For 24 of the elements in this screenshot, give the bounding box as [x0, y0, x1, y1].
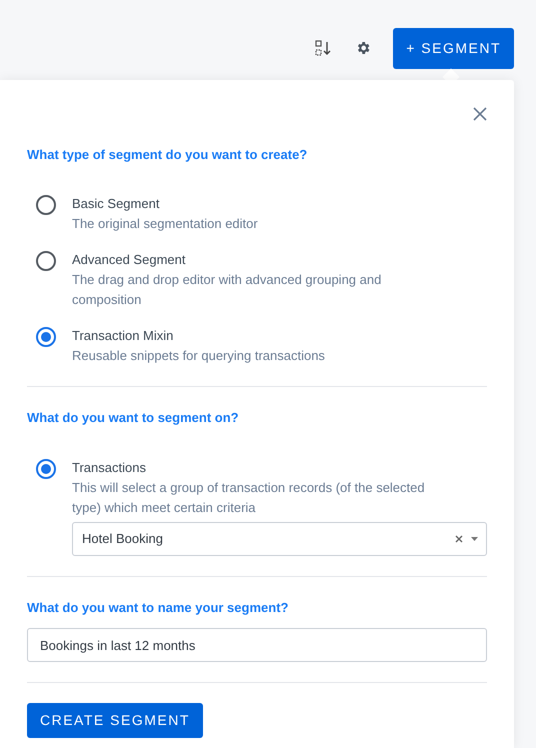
radio-button[interactable] [36, 327, 56, 347]
dropdown-select[interactable]: Hotel Booking [72, 522, 487, 556]
name-input-field[interactable]: Bookings in last 12 months [27, 628, 487, 662]
option-label: Basic Segment [72, 195, 160, 213]
create-segment-button[interactable]: CREATE SEGMENT [27, 703, 203, 738]
radio-button[interactable] [36, 195, 56, 215]
option-label: Transaction Mixin [72, 327, 174, 345]
add-segment-button[interactable]: + SEGMENT [393, 28, 514, 69]
radio-button[interactable] [36, 459, 56, 479]
option-description: The drag and drop editor with advanced grouping and composition [72, 271, 382, 309]
option-description: The original segmentation editor [72, 215, 259, 233]
close-icon[interactable] [473, 107, 487, 121]
sort-icon[interactable] [315, 40, 334, 56]
caret-icon [471, 537, 478, 541]
option-label: Advanced Segment [72, 251, 186, 269]
section-heading: What do you want to name your segment? [27, 600, 290, 616]
section-heading: What do you want to segment on? [27, 410, 240, 426]
option-description: Reusable snippets for querying transactions [72, 347, 326, 365]
clear-icon[interactable] [455, 535, 463, 543]
option-description: This will select a group of transaction records (of the selected type) which meet certain criteria [72, 479, 425, 517]
option-label: Transactions [72, 459, 147, 477]
settings-icon[interactable] [355, 40, 372, 56]
radio-button[interactable] [36, 251, 56, 271]
section-heading: What type of segment do you want to create? [27, 147, 308, 163]
